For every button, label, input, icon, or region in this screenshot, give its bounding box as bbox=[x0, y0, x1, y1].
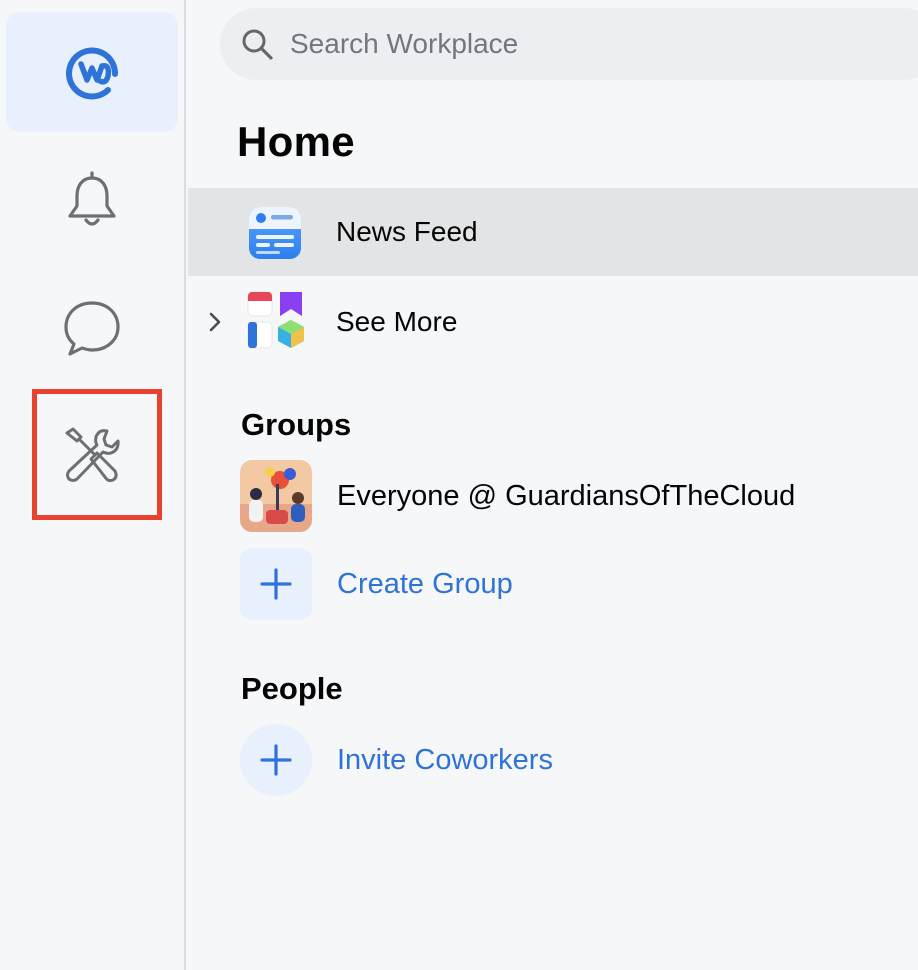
chevron-right-icon[interactable] bbox=[208, 311, 222, 333]
group-item[interactable]: Everyone @ GuardiansOfTheCloud bbox=[240, 460, 910, 532]
highlight-outline bbox=[32, 389, 162, 520]
search-bar[interactable] bbox=[220, 8, 918, 80]
plus-icon bbox=[260, 568, 292, 600]
nav-item-label: News Feed bbox=[336, 216, 478, 247]
create-group-button[interactable]: Create Group bbox=[240, 548, 910, 620]
bell-icon bbox=[68, 171, 116, 226]
left-rail bbox=[0, 0, 186, 970]
apps-grid-icon bbox=[246, 290, 304, 349]
group-name: Everyone @ GuardiansOfTheCloud bbox=[337, 479, 796, 512]
section-title-people: People bbox=[241, 671, 343, 706]
plus-icon bbox=[260, 744, 292, 776]
nav-item-news-feed[interactable]: News Feed bbox=[188, 188, 918, 276]
search-input[interactable] bbox=[290, 28, 890, 60]
news-feed-icon bbox=[246, 204, 304, 262]
create-group-icon-tile bbox=[240, 548, 312, 620]
nav-item-see-more[interactable]: See More bbox=[188, 278, 918, 366]
create-group-label: Create Group bbox=[337, 567, 513, 600]
search-icon bbox=[242, 29, 273, 60]
invite-coworkers-button[interactable]: Invite Coworkers bbox=[240, 724, 910, 796]
rail-notifications-button[interactable] bbox=[6, 140, 178, 260]
chat-bubble-icon bbox=[64, 301, 120, 356]
rail-chats-button[interactable] bbox=[6, 268, 178, 388]
workplace-logo-icon bbox=[66, 47, 119, 100]
invite-icon-tile bbox=[240, 724, 312, 796]
group-cover-image bbox=[240, 460, 312, 532]
nav-item-label: See More bbox=[336, 306, 458, 337]
invite-coworkers-label: Invite Coworkers bbox=[337, 743, 553, 776]
rail-home-button[interactable] bbox=[6, 12, 178, 132]
section-title-groups: Groups bbox=[241, 407, 352, 442]
page-title: Home bbox=[237, 118, 355, 165]
